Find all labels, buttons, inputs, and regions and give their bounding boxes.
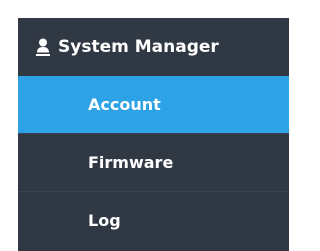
sidebar-item-label: Log — [88, 211, 121, 230]
sidebar-item-label: Account — [88, 95, 161, 114]
section-title: System Manager — [58, 37, 219, 57]
sidebar: System Manager Account Firmware Log — [18, 18, 289, 251]
sidebar-item-account[interactable]: Account — [18, 76, 289, 133]
sidebar-item-firmware[interactable]: Firmware — [18, 133, 289, 190]
system-manager-section-header[interactable]: System Manager — [18, 18, 289, 76]
sidebar-item-log[interactable]: Log — [18, 191, 289, 248]
user-icon — [36, 38, 50, 56]
sidebar-item-label: Firmware — [88, 153, 174, 172]
